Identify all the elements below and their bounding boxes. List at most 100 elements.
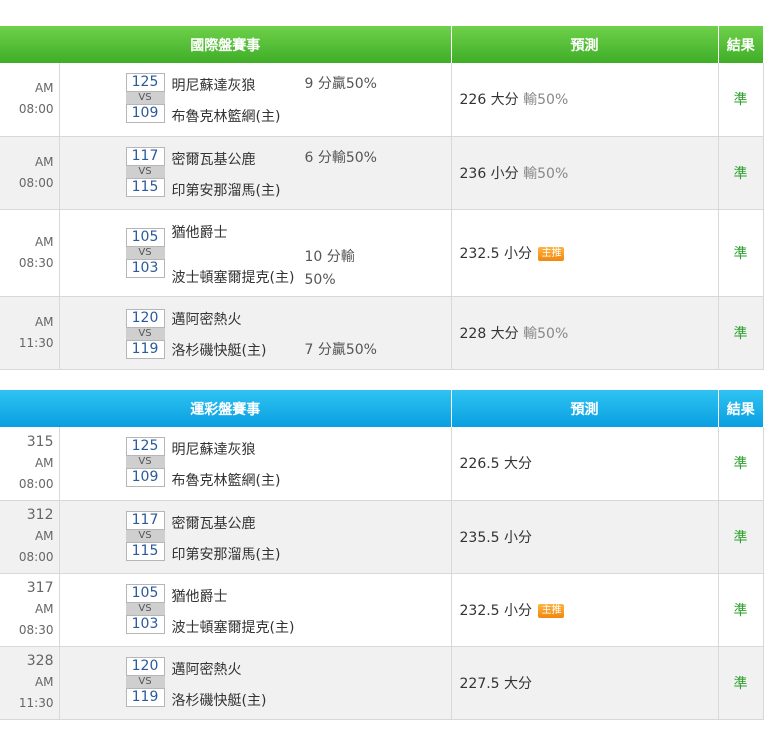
- game-time: AM 11:30: [0, 296, 60, 370]
- prediction-cell: 227.5 大分: [451, 646, 719, 720]
- vs-label: VS: [125, 327, 165, 340]
- home-team[interactable]: 印第安那溜馬(主): [172, 544, 281, 564]
- prediction-cell: 236 小分 輸50%: [451, 136, 719, 210]
- game-code: 315: [26, 433, 54, 450]
- score-box: 120 VS 119: [125, 308, 165, 359]
- handicap-note: 9 分贏50%: [304, 76, 377, 92]
- away-score: 105: [125, 227, 165, 247]
- game-time: AM 08:00: [0, 63, 60, 137]
- lottery-panel: 運彩盤賽事 預測 結果 315 AM 08:00 125 VS 109 明尼蘇達…: [0, 390, 764, 720]
- away-score: 120: [125, 308, 165, 328]
- score-box: 117 VS 115: [125, 146, 165, 197]
- game-time-cell: 315 AM 08:00: [0, 427, 60, 501]
- away-team[interactable]: 明尼蘇達灰狼: [172, 439, 256, 459]
- table-row: AM 08:00 117 VS 115 密爾瓦基公鹿 印第安那溜馬(主) 6 分…: [0, 136, 764, 210]
- game-time-cell: 312 AM 08:00: [0, 500, 60, 574]
- home-score: 103: [125, 614, 165, 634]
- game-time: AM 11:30: [18, 675, 54, 710]
- away-team[interactable]: 猶他爵士: [172, 586, 228, 606]
- prediction-cell: 228 大分 輸50%: [451, 296, 719, 370]
- score-box: 117 VS 115: [125, 510, 165, 561]
- table-row: 315 AM 08:00 125 VS 109 明尼蘇達灰狼 布魯克林籃網(主)…: [0, 427, 764, 501]
- table-row: AM 08:30 105 VS 103 猶他爵士 波士頓塞爾提克(主) 10 分…: [0, 209, 764, 297]
- table-row: 317 AM 08:30 105 VS 103 猶他爵士 波士頓塞爾提克(主) …: [0, 573, 764, 647]
- handicap-note: 6 分輸50%: [304, 149, 377, 166]
- away-team[interactable]: 邁阿密熱火: [172, 659, 242, 679]
- game-code: 317: [26, 580, 54, 596]
- international-panel: 國際盤賽事 預測 結果 AM 08:00 125 VS 109 明尼蘇達灰狼 布…: [0, 26, 764, 370]
- away-score: 117: [125, 146, 165, 166]
- home-score: 109: [125, 468, 165, 487]
- away-team[interactable]: 密爾瓦基公鹿: [172, 513, 256, 533]
- lottery-result-header: 結果: [718, 390, 763, 427]
- home-team[interactable]: 洛杉磯快艇(主): [172, 690, 267, 710]
- match-cell: 125 VS 109 明尼蘇達灰狼 布魯克林籃網(主) 9 分贏50%: [59, 63, 452, 137]
- match-cell: 120 VS 119 邁阿密熱火 洛杉磯快艇(主) 7 分贏50%: [59, 296, 452, 370]
- vs-label: VS: [125, 529, 165, 542]
- lottery-prediction-header: 預測: [451, 390, 719, 427]
- prediction-value: 227.5 大分: [459, 675, 533, 692]
- prediction-value: 236 小分: [459, 165, 519, 182]
- international-match-header: 國際盤賽事: [0, 26, 452, 63]
- prediction-value: 235.5 小分: [459, 529, 533, 546]
- home-team[interactable]: 波士頓塞爾提克(主): [172, 267, 295, 287]
- away-score: 117: [125, 510, 165, 530]
- score-box: 120 VS 119: [125, 656, 165, 707]
- away-score: 105: [125, 583, 165, 603]
- vs-label: VS: [125, 92, 165, 104]
- international-result-header: 結果: [718, 26, 763, 63]
- home-team[interactable]: 布魯克林籃網(主): [172, 470, 281, 490]
- prediction-cell: 226 大分 輸50%: [451, 63, 719, 137]
- match-cell: 117 VS 115 密爾瓦基公鹿 印第安那溜馬(主) 6 分輸50%: [59, 136, 452, 210]
- vs-label: VS: [125, 456, 165, 468]
- table-row: 312 AM 08:00 117 VS 115 密爾瓦基公鹿 印第安那溜馬(主)…: [0, 500, 764, 574]
- table-row: 328 AM 11:30 120 VS 119 邁阿密熱火 洛杉磯快艇(主) 2…: [0, 646, 764, 720]
- away-team[interactable]: 邁阿密熱火: [172, 309, 242, 329]
- featured-badge: 主推: [538, 246, 565, 261]
- home-score: 109: [125, 104, 165, 123]
- game-time: AM 08:30: [0, 209, 60, 297]
- away-score: 120: [125, 656, 165, 676]
- featured-badge: 主推: [538, 603, 565, 618]
- result-cell: 準: [718, 63, 764, 137]
- lottery-header-row: 運彩盤賽事 預測 結果: [0, 390, 763, 427]
- vs-label: VS: [125, 165, 165, 178]
- table-row: AM 08:00 125 VS 109 明尼蘇達灰狼 布魯克林籃網(主) 9 分…: [0, 63, 764, 137]
- home-score: 115: [125, 541, 165, 561]
- result-cell: 準: [718, 427, 764, 501]
- game-code: 328: [26, 653, 54, 669]
- home-team[interactable]: 洛杉磯快艇(主): [172, 340, 267, 360]
- game-time: AM 08:30: [18, 602, 54, 637]
- match-cell: 105 VS 103 猶他爵士 波士頓塞爾提克(主) 10 分輸 50%: [59, 209, 452, 297]
- home-score: 115: [125, 177, 165, 197]
- handicap-note: 10 分輸 50%: [305, 246, 355, 292]
- prediction-value: 226 大分: [459, 92, 519, 109]
- away-team[interactable]: 明尼蘇達灰狼: [172, 75, 256, 95]
- away-team[interactable]: 密爾瓦基公鹿: [172, 149, 256, 169]
- score-box: 125 VS 109: [125, 437, 165, 487]
- home-score: 119: [125, 687, 165, 707]
- game-time: AM 08:00: [18, 529, 54, 564]
- result-cell: 準: [718, 136, 764, 210]
- lottery-table: 運彩盤賽事 預測 結果 315 AM 08:00 125 VS 109 明尼蘇達…: [0, 390, 764, 720]
- home-team[interactable]: 印第安那溜馬(主): [172, 180, 281, 200]
- prediction-value: 232.5 小分: [459, 245, 533, 262]
- away-score: 125: [125, 437, 165, 456]
- match-cell: 117 VS 115 密爾瓦基公鹿 印第安那溜馬(主): [59, 500, 452, 574]
- game-time-cell: 328 AM 11:30: [0, 646, 60, 720]
- match-cell: 105 VS 103 猶他爵士 波士頓塞爾提克(主): [59, 573, 452, 647]
- international-header-row: 國際盤賽事 預測 結果: [0, 26, 763, 63]
- score-box: 105 VS 103: [125, 583, 165, 634]
- prediction-sub: 輸50%: [523, 165, 569, 182]
- vs-label: VS: [125, 675, 165, 688]
- home-team[interactable]: 波士頓塞爾提克(主): [172, 617, 295, 637]
- international-prediction-header: 預測: [451, 26, 719, 63]
- score-box: 125 VS 109: [125, 73, 165, 123]
- prediction-sub: 輸50%: [523, 92, 569, 109]
- result-cell: 準: [718, 646, 764, 720]
- home-score: 103: [125, 258, 165, 278]
- result-cell: 準: [718, 209, 764, 297]
- away-team[interactable]: 猶他爵士: [172, 222, 228, 242]
- home-team[interactable]: 布魯克林籃網(主): [172, 106, 281, 126]
- handicap-note-line: 50%: [304, 271, 336, 288]
